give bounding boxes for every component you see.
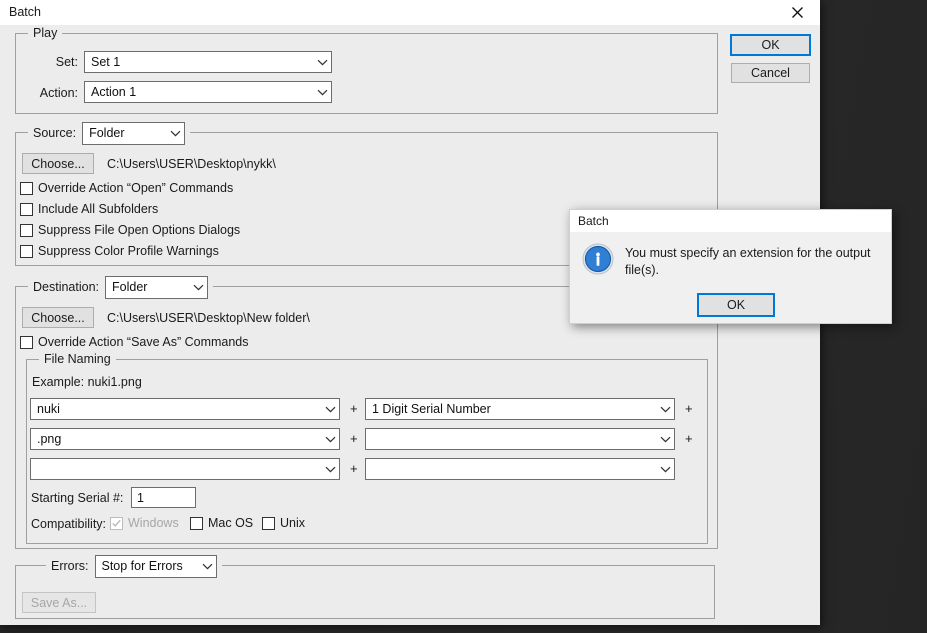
destination-path: C:\Users\USER\Desktop\New folder\ — [107, 311, 310, 325]
file-naming-row-2-right-combo[interactable] — [365, 458, 675, 480]
file-naming-row-1-plus: + — [350, 431, 358, 446]
source-path: C:\Users\USER\Desktop\nykk\ — [107, 157, 276, 171]
chevron-down-icon — [190, 284, 207, 291]
combo-value: nuki — [37, 402, 60, 416]
combo-value: 1 Digit Serial Number — [372, 402, 491, 416]
chevron-down-icon — [657, 436, 674, 443]
desktop-background: Batch OK Cancel Play Set: Set 1 Action: … — [0, 0, 927, 633]
chevron-down-icon — [322, 466, 339, 473]
destination-group-legend: Destination: Folder — [28, 275, 214, 299]
destination-label: Destination: — [33, 280, 100, 294]
checkbox-box — [110, 516, 123, 530]
chevron-down-icon — [314, 89, 331, 96]
checkbox-label: Suppress File Open Options Dialogs — [38, 223, 241, 237]
file-naming-row-0-right-combo[interactable]: 1 Digit Serial Number — [365, 398, 675, 420]
close-icon[interactable] — [774, 0, 820, 25]
chevron-down-icon — [657, 406, 674, 413]
checkbox-compat-unix[interactable]: Unix — [262, 516, 305, 530]
chevron-down-icon — [657, 466, 674, 473]
errors-label: Errors: — [51, 559, 89, 573]
play-group-legend: Play — [28, 26, 63, 41]
checkbox-label: Override Action “Save As” Commands — [38, 335, 249, 349]
checkbox-label: Override Action “Open” Commands — [38, 181, 234, 195]
chevron-down-icon — [199, 563, 216, 570]
destination-combo-value: Folder — [112, 280, 148, 294]
checkbox-label: Include All Subfolders — [38, 202, 159, 216]
message-box-title-bar: Batch — [570, 210, 891, 232]
window-title: Batch — [9, 5, 41, 19]
checkbox-box — [20, 335, 33, 349]
errors-group-legend: Errors: Stop for Errors — [46, 554, 222, 578]
source-group-legend: Source: Folder — [28, 121, 191, 145]
source-label: Source: — [33, 126, 77, 140]
compatibility-label: Compatibility: — [31, 517, 107, 531]
checkbox-label: Suppress Color Profile Warnings — [38, 244, 219, 258]
source-combo-value: Folder — [89, 126, 125, 140]
checkbox-suppress-color-warnings[interactable]: Suppress Color Profile Warnings — [20, 244, 219, 258]
source-choose-button[interactable]: Choose... — [22, 153, 94, 174]
starting-serial-label: Starting Serial #: — [31, 491, 124, 505]
errors-combo[interactable]: Stop for Errors — [94, 554, 217, 578]
action-combo-value: Action 1 — [91, 85, 137, 99]
file-naming-row-0-right-plus: + — [685, 401, 693, 416]
chevron-down-icon — [314, 59, 331, 66]
combo-value: .png — [37, 432, 62, 446]
errors-group: Errors: Stop for Errors — [15, 554, 715, 619]
message-box-title: Batch — [578, 214, 609, 228]
checkbox-compat-windows[interactable]: Windows — [110, 516, 179, 530]
file-naming-row-0-left-combo[interactable]: nuki — [30, 398, 340, 420]
checkbox-box — [262, 516, 275, 530]
message-box-ok-button[interactable]: OK — [698, 294, 774, 316]
errors-combo-value: Stop for Errors — [101, 559, 183, 573]
checkbox-override-open[interactable]: Override Action “Open” Commands — [20, 181, 233, 195]
checkbox-label: Windows — [128, 516, 179, 530]
info-icon — [582, 243, 614, 280]
checkbox-box — [190, 516, 203, 530]
chevron-down-icon — [167, 130, 184, 137]
starting-serial-value: 1 — [137, 490, 144, 505]
starting-serial-input[interactable]: 1 — [131, 487, 196, 508]
set-label: Set: — [55, 55, 78, 69]
message-box-text: You must specify an extension for the ou… — [625, 246, 871, 277]
destination-combo[interactable]: Folder — [105, 275, 209, 299]
checkbox-label: Unix — [280, 516, 306, 530]
source-combo[interactable]: Folder — [82, 121, 186, 145]
file-naming-row-0-plus: + — [350, 401, 358, 416]
chevron-down-icon — [322, 436, 339, 443]
set-combo[interactable]: Set 1 — [84, 51, 332, 73]
file-naming-row-1-right-combo[interactable] — [365, 428, 675, 450]
checkbox-override-saveas[interactable]: Override Action “Save As” Commands — [20, 335, 249, 349]
checkbox-include-subfolders[interactable]: Include All Subfolders — [20, 202, 158, 216]
file-naming-row-1-left-combo[interactable]: .png — [30, 428, 340, 450]
action-combo[interactable]: Action 1 — [84, 81, 332, 103]
chevron-down-icon — [322, 406, 339, 413]
set-combo-value: Set 1 — [91, 55, 121, 69]
checkbox-box — [20, 223, 33, 237]
checkbox-box — [20, 244, 33, 258]
message-box: Batch You must specify an extension for … — [569, 209, 892, 324]
action-label: Action: — [39, 86, 78, 100]
file-naming-example: Example: nuki1.png — [32, 375, 142, 389]
file-naming-row-1-right-plus: + — [685, 431, 693, 446]
checkbox-box — [20, 202, 33, 216]
save-as-button[interactable]: Save As... — [22, 592, 96, 613]
title-bar: Batch — [0, 0, 820, 25]
checkbox-box — [20, 181, 33, 195]
ok-button[interactable]: OK — [731, 35, 810, 55]
file-naming-row-2-plus: + — [350, 461, 358, 476]
cancel-button[interactable]: Cancel — [731, 63, 810, 83]
checkbox-compat-macos[interactable]: Mac OS — [190, 516, 253, 530]
file-naming-row-2-left-combo[interactable] — [30, 458, 340, 480]
destination-choose-button[interactable]: Choose... — [22, 307, 94, 328]
checkbox-suppress-file-open-dialogs[interactable]: Suppress File Open Options Dialogs — [20, 223, 240, 237]
file-naming-legend: File Naming — [39, 352, 116, 367]
checkbox-label: Mac OS — [208, 516, 254, 530]
